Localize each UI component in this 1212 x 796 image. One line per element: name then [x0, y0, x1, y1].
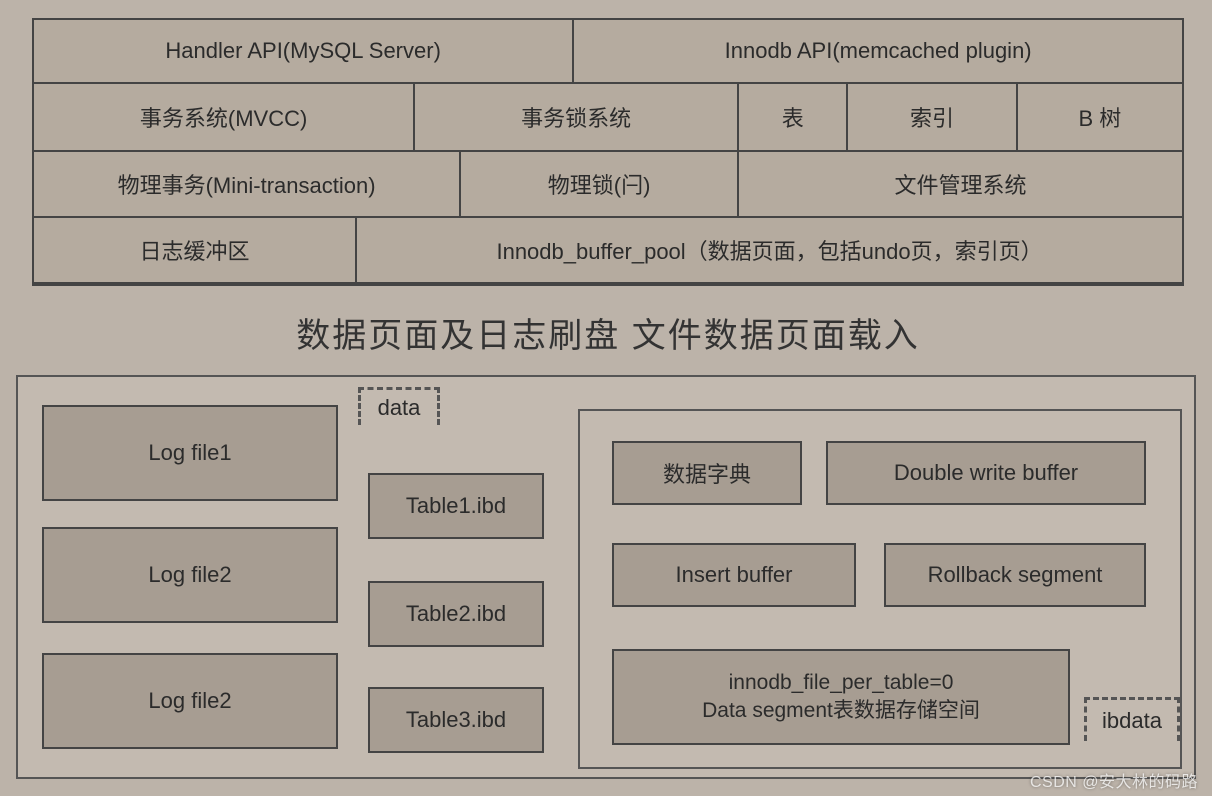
btree-cell: B 树: [1017, 83, 1183, 151]
log-file-1: Log file1: [42, 405, 338, 501]
data-dictionary-cell: 数据字典: [612, 441, 802, 505]
bufpool-cell: Innodb_buffer_pool（数据页面，包括undo页，索引页）: [356, 217, 1183, 283]
log-file-3: Log file2: [42, 653, 338, 749]
data-dir-label: data: [358, 387, 440, 425]
minitxn-cell: 物理事务(Mini-transaction): [33, 151, 460, 217]
watermark-text: CSDN @安大林的码路: [1030, 768, 1198, 792]
flush-load-caption: 数据页面及日志刷盘 文件数据页面载入: [28, 286, 1188, 375]
index-cell: 索引: [847, 83, 1016, 151]
double-write-buffer-cell: Double write buffer: [826, 441, 1146, 505]
table3-ibd: Table3.ibd: [368, 687, 544, 753]
log-file-2: Log file2: [42, 527, 338, 623]
table1-ibd: Table1.ibd: [368, 473, 544, 539]
latch-cell: 物理锁(闩): [460, 151, 738, 217]
ibdata-label: ibdata: [1084, 697, 1180, 741]
data-segment-cell: innodb_file_per_table=0 Data segment表数据存…: [612, 649, 1070, 745]
architecture-table: Handler API(MySQL Server) Innodb API(mem…: [32, 18, 1184, 286]
handler-api-cell: Handler API(MySQL Server): [33, 19, 573, 83]
insert-buffer-cell: Insert buffer: [612, 543, 856, 607]
logbuf-cell: 日志缓冲区: [33, 217, 356, 283]
file-panel: Log file1 Log file2 Log file2 data Table…: [16, 375, 1196, 779]
rollback-segment-cell: Rollback segment: [884, 543, 1146, 607]
data-segment-line1: innodb_file_per_table=0: [729, 669, 954, 697]
filemgr-cell: 文件管理系统: [738, 151, 1183, 217]
data-segment-line2: Data segment表数据存储空间: [702, 697, 980, 725]
mvcc-cell: 事务系统(MVCC): [33, 83, 414, 151]
locksys-cell: 事务锁系统: [414, 83, 738, 151]
table-cell: 表: [738, 83, 847, 151]
table2-ibd: Table2.ibd: [368, 581, 544, 647]
innodb-api-cell: Innodb API(memcached plugin): [573, 19, 1183, 83]
